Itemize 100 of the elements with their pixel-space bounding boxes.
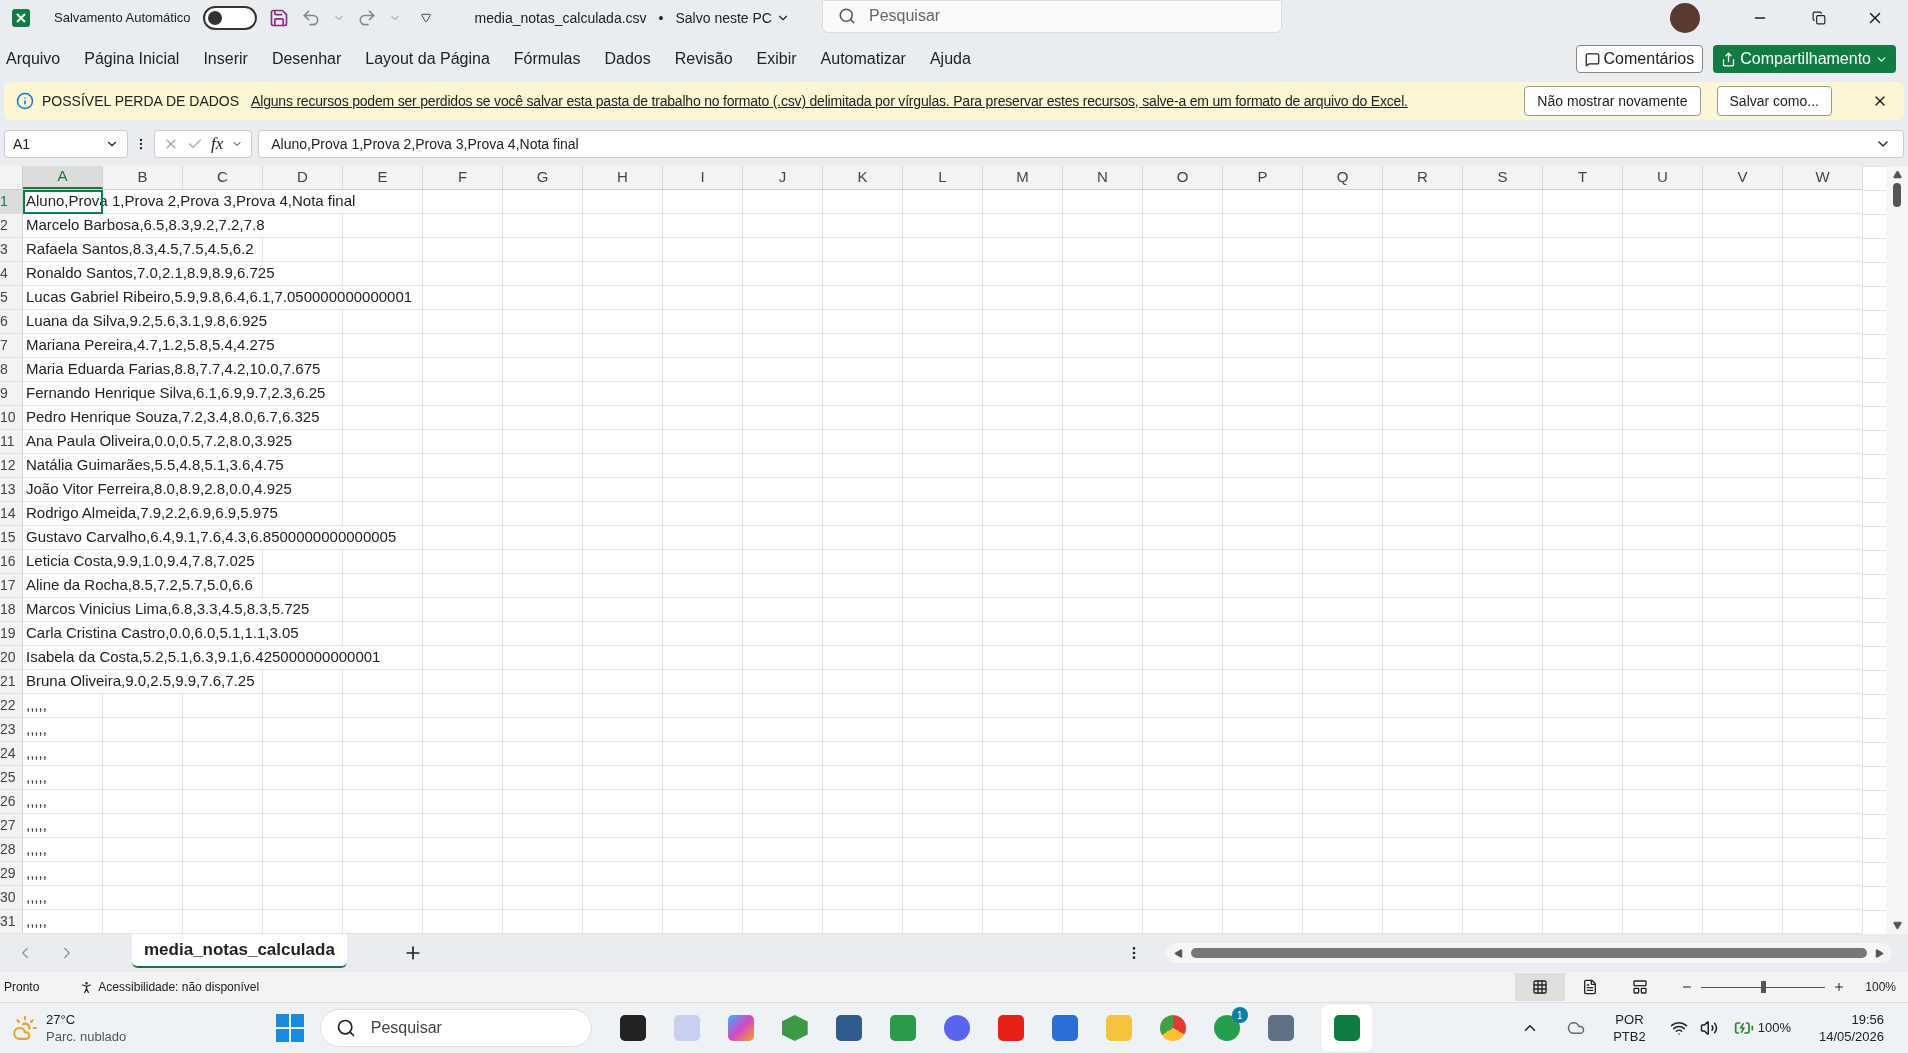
column-header[interactable]: U [1623,166,1703,189]
menu-tab[interactable]: Desenhar [259,47,354,71]
autosave-toggle[interactable] [202,6,257,30]
row-header[interactable]: 29 [0,862,23,885]
row-header[interactable]: 27 [0,814,23,837]
scroll-up-icon[interactable] [1892,170,1902,179]
row-header[interactable]: 1 [0,190,23,213]
accessibility-status[interactable]: Acessibilidade: não disponível [98,978,260,996]
row-header[interactable]: 3 [0,238,23,261]
row-header[interactable]: 7 [0,334,23,357]
column-header[interactable]: N [1063,166,1143,189]
row-header[interactable]: 11 [0,430,23,453]
avatar[interactable] [1670,3,1700,33]
row-header[interactable]: 16 [0,550,23,573]
row-header[interactable]: 22 [0,694,23,717]
column-header[interactable]: J [743,166,823,189]
row-header[interactable]: 25 [0,766,23,789]
scroll-right-icon[interactable] [1875,948,1884,958]
hexagon-app-icon[interactable] [781,1015,808,1041]
row-header[interactable]: 19 [0,622,23,645]
sheet-tab[interactable]: media_notas_calculada [132,934,347,968]
column-header[interactable]: Q [1303,166,1383,189]
restore-icon[interactable] [1812,11,1826,25]
menu-tab[interactable]: Exibir [744,47,809,71]
row-header[interactable]: 17 [0,574,23,597]
menu-tab[interactable]: Página Inicial [72,47,192,71]
row-header[interactable]: 30 [0,886,23,909]
insert-function-button[interactable]: fx [211,131,224,157]
menu-tab[interactable]: Inserir [191,47,260,71]
row-header[interactable]: 12 [0,454,23,477]
row-header[interactable]: 9 [0,382,23,405]
banner-button[interactable]: Não mostrar novamente [1524,86,1701,116]
view-button[interactable] [1515,973,1566,1001]
row-header[interactable]: 2 [0,214,23,237]
row-header[interactable]: 14 [0,502,23,525]
banner-message-link[interactable]: Alguns recursos podem ser perdidos se você salvar esta pasta de trabalho no formato (.csv) delimitada por vírgulas. Para preservar estes recursos, salve-a em um formato de arquivo do Excel. [251,90,1408,112]
row-header[interactable]: 24 [0,742,23,765]
column-header[interactable]: W [1783,166,1863,189]
menu-tab[interactable]: Automatizar [808,47,918,71]
keyboard-layout[interactable]: PTB2 [1613,1028,1646,1045]
column-header[interactable]: O [1143,166,1223,189]
column-header[interactable]: E [343,166,423,189]
column-header[interactable]: V [1703,166,1783,189]
row-header[interactable]: 15 [0,526,23,549]
row-header[interactable]: 10 [0,406,23,429]
scroll-down-icon[interactable] [1892,921,1902,930]
column-header[interactable]: A [23,166,103,189]
menu-tab[interactable]: Ajuda [917,47,983,71]
zoom-in-icon[interactable] [1833,981,1846,993]
search-field[interactable]: Pesquisar [822,0,1282,33]
column-header[interactable]: F [423,166,503,189]
zoom-slider-thumb[interactable] [1761,981,1767,993]
menu-tab[interactable]: Fórmulas [501,47,593,71]
row-header[interactable]: 23 [0,718,23,741]
wifi-icon[interactable] [1669,1019,1688,1037]
zoom-reading[interactable]: 100% [1865,978,1896,996]
column-header[interactable]: D [263,166,343,189]
row-header[interactable]: 5 [0,286,23,309]
share-button[interactable]: Compartilhamento [1713,45,1896,73]
row-header[interactable]: 28 [0,838,23,861]
row-header[interactable]: 8 [0,358,23,381]
save-icon[interactable] [268,8,289,28]
column-header[interactable]: M [983,166,1063,189]
row-header[interactable]: 18 [0,598,23,621]
column-header[interactable]: G [503,166,583,189]
scroll-thumb[interactable] [1191,948,1867,958]
column-header[interactable]: S [1463,166,1543,189]
column-header[interactable]: H [583,166,663,189]
formula-field[interactable]: Aluno,Prova 1,Prova 2,Prova 3,Prova 4,Nota final [258,130,1904,158]
comments-button[interactable]: Comentários [1575,45,1704,73]
input-language[interactable]: POR [1615,1011,1644,1028]
row-header[interactable]: 26 [0,790,23,813]
row-header[interactable]: 6 [0,310,23,333]
battery-percentage[interactable]: 100% [1757,1018,1791,1038]
horizontal-scrollbar[interactable] [1166,943,1892,963]
row-header[interactable]: 31 [0,910,23,933]
menu-tab[interactable]: Revisão [662,47,745,71]
column-header[interactable]: R [1383,166,1463,189]
zoom-slider-track[interactable] [1701,981,1826,993]
clock-date[interactable]: 14/05/2026 [1818,1028,1884,1045]
column-header[interactable]: T [1543,166,1623,189]
undo-icon[interactable] [300,8,321,28]
menu-tab[interactable]: Arquivo [6,47,73,71]
scroll-thumb[interactable] [1893,183,1901,207]
clock-time[interactable]: 19:56 [1851,1011,1884,1028]
customize-icon[interactable] [420,13,431,23]
taskbar-search-field[interactable]: Pesquisar [319,1009,592,1047]
row-header[interactable]: 4 [0,262,23,285]
row-header[interactable]: 21 [0,670,23,693]
scroll-left-icon[interactable] [1174,948,1183,958]
cloud-icon[interactable] [1567,1019,1586,1037]
vertical-scrollbar[interactable] [1886,166,1908,934]
menu-tab[interactable]: Dados [592,47,663,71]
start-windows-icon[interactable] [275,1014,304,1042]
column-header[interactable]: B [103,166,183,189]
row-header[interactable]: 20 [0,646,23,669]
column-header[interactable]: P [1223,166,1303,189]
weather-temperature[interactable]: 27°C [46,1011,127,1028]
banner-button[interactable]: Salvar como... [1716,86,1832,116]
volume-icon[interactable] [1699,1019,1718,1037]
